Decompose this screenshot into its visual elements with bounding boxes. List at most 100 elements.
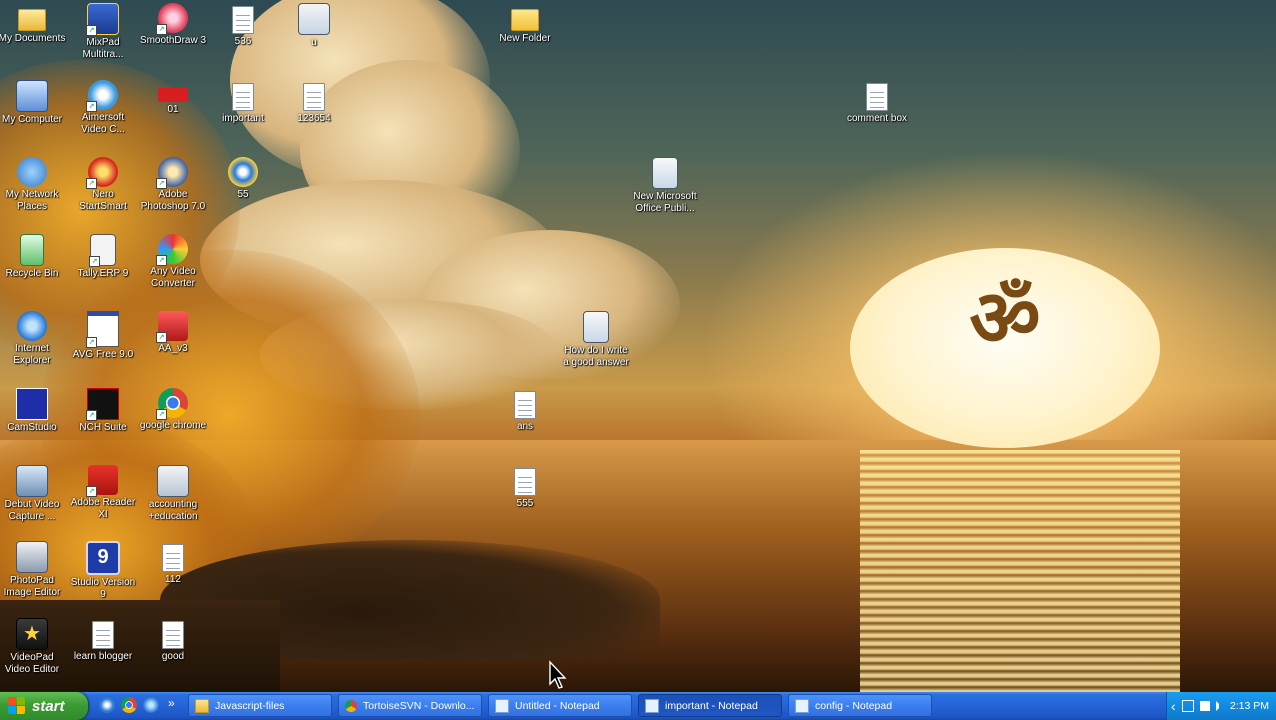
network-icon — [17, 157, 47, 187]
desktop-icon-google-chrome[interactable]: ↗ google chrome — [137, 388, 209, 432]
text-file-icon — [303, 83, 325, 111]
desktop-icon-important[interactable]: important — [207, 80, 279, 125]
language-bar-icon[interactable] — [1181, 700, 1194, 712]
nero-icon: ↗ — [86, 157, 118, 189]
desktop-icon-new-ms-office[interactable]: New Microsoft Office Publi... — [629, 157, 701, 215]
tally-icon: ↗ — [89, 234, 116, 267]
desktop-icon-tally[interactable]: ↗ Tally.ERP 9 — [67, 234, 139, 280]
volume-icon[interactable] — [1215, 701, 1223, 711]
folder-icon — [511, 9, 539, 31]
start-label: start — [32, 697, 65, 715]
start-button[interactable]: start — [0, 692, 88, 720]
clock[interactable]: 2:13 PM — [1230, 700, 1269, 712]
desktop-icon-any-video[interactable]: ↗ Any Video Converter — [137, 234, 209, 290]
desktop-icon-nch[interactable]: ↗ NCH Suite — [67, 388, 139, 434]
mixpad-icon: ↗ — [86, 3, 119, 36]
text-file-icon — [162, 621, 184, 649]
avg-icon: ↗ — [86, 311, 119, 348]
desktop-icon-my-documents[interactable]: My Documents — [0, 3, 68, 45]
notepad-icon — [495, 698, 509, 713]
desktop-icon-555[interactable]: 555 — [489, 465, 561, 510]
word-doc-icon — [583, 311, 609, 343]
chrome-icon — [345, 699, 357, 712]
taskbar: start » Javascript-files TortoiseSVN - D… — [0, 692, 1276, 720]
desktop-icon-smoothdraw[interactable]: ↗ SmoothDraw 3 — [137, 3, 209, 47]
desktop-icon-camstudio[interactable]: CamStudio — [0, 388, 68, 434]
camstudio-icon — [16, 388, 48, 420]
desktop-icon-nero[interactable]: ↗ Nero StartSmart — [67, 157, 139, 213]
desktop-icon-good[interactable]: good — [137, 618, 209, 663]
desktop-icon-how-do-i[interactable]: How do I write a good answer — [560, 311, 632, 369]
text-file-icon — [514, 391, 536, 419]
computer-icon — [16, 80, 48, 112]
desktop-icon-recycle-bin[interactable]: Recycle Bin — [0, 234, 68, 280]
desktop-icon-adobe-reader[interactable]: ↗ Adobe Reader XI — [67, 465, 139, 521]
notepad-icon — [645, 698, 659, 713]
desktop-icon-u[interactable]: u — [278, 3, 350, 49]
smoothdraw-icon: ↗ — [156, 3, 188, 35]
text-file-icon — [232, 6, 254, 34]
photopad-icon — [16, 541, 48, 573]
mouse-cursor-icon — [549, 660, 567, 689]
studio-icon: 9 — [86, 541, 120, 575]
text-file-icon — [162, 544, 184, 572]
desktop-icon-photoshop[interactable]: ↗ Adobe Photoshop 7.0 — [137, 157, 209, 213]
aa-v3-icon: ↗ — [156, 311, 188, 343]
windows-logo-icon — [8, 697, 26, 715]
desktop-icon-112[interactable]: 112 — [137, 541, 209, 586]
photoshop-icon: ↗ — [156, 157, 188, 189]
desktop-icon-avg[interactable]: ↗ AVG Free 9.0 — [67, 311, 139, 361]
notepad-icon — [795, 698, 809, 713]
desktop-icon-ans[interactable]: ans — [489, 388, 561, 433]
folder-icon — [195, 698, 209, 713]
intex-icon — [158, 88, 188, 102]
desktop-icon-videopad[interactable]: ★ VideoPad Video Editor — [0, 618, 68, 676]
desktop-icon-01[interactable]: 01 — [137, 80, 209, 116]
videopad-star-icon: ★ — [16, 618, 48, 650]
desktop-icon-internet-explorer[interactable]: Internet Explorer — [0, 311, 68, 367]
text-file-icon — [92, 621, 114, 649]
desktop-icon-mixpad[interactable]: ↗ MixPad Multitra... — [67, 3, 139, 61]
pdf-icon: ↗ — [86, 465, 118, 497]
desktop-icon-learn-blogger[interactable]: learn blogger — [67, 618, 139, 663]
desktop-icon-my-network-places[interactable]: My Network Places — [0, 157, 68, 213]
publisher-doc-icon — [652, 157, 678, 189]
task-javascript-files[interactable]: Javascript-files — [188, 694, 332, 717]
document-icon — [157, 465, 189, 497]
desktop-icon-new-folder[interactable]: New Folder — [489, 3, 561, 45]
task-tortoisesvn[interactable]: TortoiseSVN - Downlo... — [338, 694, 482, 717]
text-file-icon — [866, 83, 888, 111]
quick-launch-chrome-icon[interactable] — [121, 697, 137, 713]
desktop-icon-accounting[interactable]: accounting +education — [137, 465, 209, 523]
sun-reflection — [860, 450, 1180, 692]
desktop-icon-debut[interactable]: Debut Video Capture ... — [0, 465, 68, 523]
text-file-icon — [514, 468, 536, 496]
desktop-icon-photopad[interactable]: PhotoPad Image Editor — [0, 541, 68, 599]
internet-explorer-icon — [17, 311, 47, 341]
nch-icon: ↗ — [86, 388, 119, 421]
desktop-icon-aimersoft[interactable]: ↗ Aimersoft Video C... — [67, 80, 139, 136]
chrome-icon: ↗ — [156, 388, 188, 420]
system-tray: ‹ 2:13 PM — [1166, 692, 1276, 720]
film-icon — [16, 465, 48, 497]
desktop-icon-123654[interactable]: 123654 — [278, 80, 350, 125]
quick-launch-chevron[interactable]: » — [168, 696, 175, 710]
text-file-icon — [232, 83, 254, 111]
tray-expand-chevron[interactable]: ‹ — [1171, 698, 1176, 714]
media-file-icon — [228, 157, 258, 187]
task-config-notepad[interactable]: config - Notepad — [788, 694, 932, 717]
task-untitled-notepad[interactable]: Untitled - Notepad — [488, 694, 632, 717]
desktop-icon-my-computer[interactable]: My Computer — [0, 80, 68, 126]
quick-launch-app-icon[interactable] — [99, 697, 115, 713]
network-tray-icon[interactable] — [1199, 701, 1210, 711]
aimersoft-icon: ↗ — [86, 80, 118, 112]
om-symbol: ॐ — [969, 273, 1041, 364]
desktop-icon-55[interactable]: 55 — [207, 157, 279, 201]
recycle-bin-icon — [20, 234, 44, 266]
quick-launch-ie-icon[interactable] — [143, 697, 159, 713]
desktop-icon-aa-v3[interactable]: ↗ AA_v3 — [137, 311, 209, 355]
desktop-icon-studio[interactable]: 9 Studio Version 9 — [67, 541, 139, 601]
desktop-icon-comment-box[interactable]: comment box — [841, 80, 913, 125]
desktop-icon-536[interactable]: 536 — [207, 3, 279, 48]
task-important-notepad[interactable]: important - Notepad — [638, 694, 782, 717]
